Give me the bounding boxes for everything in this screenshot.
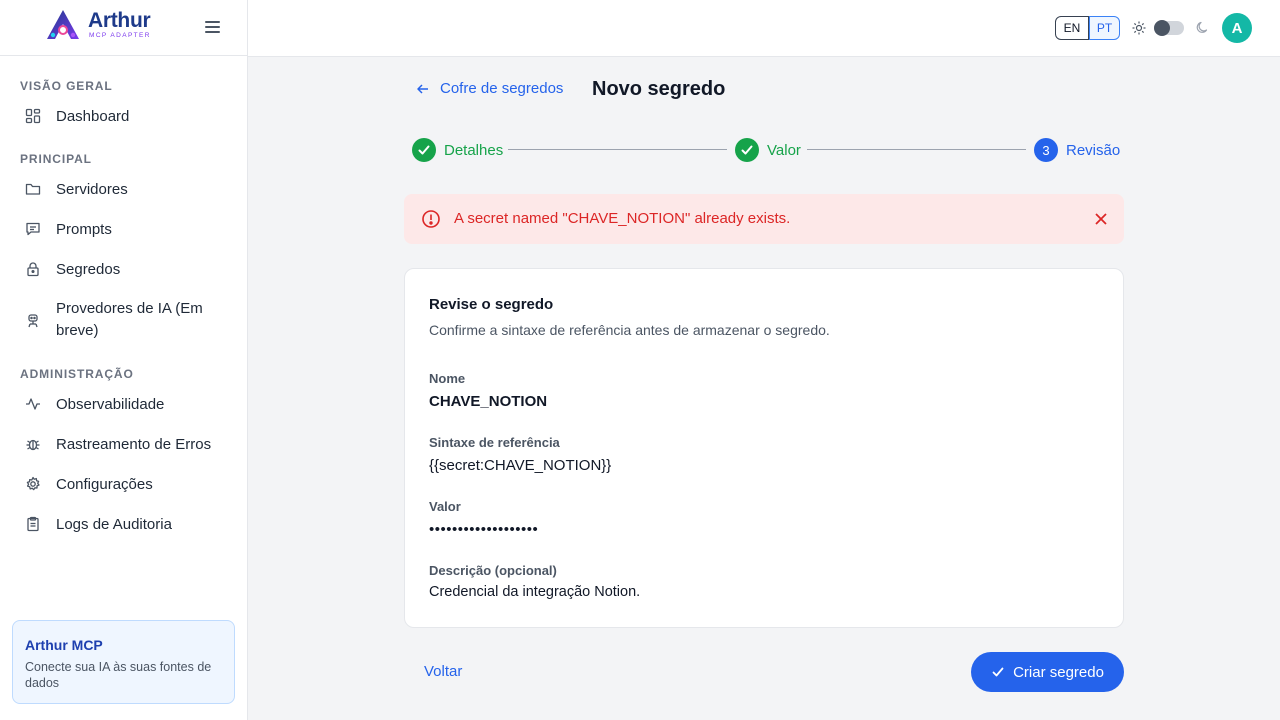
sidebar-item-label: Prompts bbox=[56, 220, 112, 238]
logo[interactable]: Arthur MCP ADAPTER bbox=[44, 8, 151, 42]
sidebar-item-label: Segredos bbox=[56, 260, 121, 278]
lock-icon bbox=[24, 260, 42, 278]
language-pt-button[interactable]: PT bbox=[1089, 16, 1120, 40]
error-alert: A secret named "CHAVE_NOTION" already ex… bbox=[404, 194, 1124, 244]
avatar[interactable]: A bbox=[1222, 13, 1252, 43]
theme-toggle[interactable] bbox=[1154, 20, 1184, 36]
moon-icon bbox=[1196, 21, 1208, 33]
logo-icon bbox=[47, 10, 79, 39]
sidebar-item-secrets[interactable]: Segredos bbox=[24, 260, 120, 278]
step-connector bbox=[508, 149, 727, 150]
clipboard-icon bbox=[24, 515, 42, 533]
sidebar-item-label: Rastreamento de Erros bbox=[56, 435, 212, 453]
field-value-name: CHAVE_NOTION bbox=[429, 393, 548, 410]
sidebar-item-settings[interactable]: Configurações bbox=[24, 475, 153, 493]
folder-icon bbox=[24, 180, 42, 198]
field-value-masked: ••••••••••••••••••• bbox=[429, 521, 539, 538]
promo-title: Arthur MCP bbox=[25, 637, 103, 653]
sidebar-item-label: Logs de Auditoria bbox=[56, 515, 172, 533]
sidebar-item-label: Servidores bbox=[56, 180, 128, 198]
sun-icon bbox=[1132, 21, 1146, 35]
sidebar-item-dashboard[interactable]: Dashboard bbox=[24, 107, 129, 125]
sidebar-header: Arthur MCP ADAPTER bbox=[0, 0, 247, 56]
check-icon bbox=[735, 138, 759, 162]
field-value-reference: {{secret:CHAVE_NOTION}} bbox=[429, 457, 612, 474]
bug-icon bbox=[24, 435, 42, 453]
step-review: 3 Revisão bbox=[1034, 138, 1120, 162]
message-icon bbox=[24, 220, 42, 238]
sidebar-item-servers[interactable]: Servidores bbox=[24, 180, 128, 198]
alert-message: A secret named "CHAVE_NOTION" already ex… bbox=[454, 210, 791, 227]
sidebar-item-label: Observabilidade bbox=[56, 395, 165, 413]
step-details: Detalhes bbox=[412, 138, 503, 162]
promo-text: Conecte sua IA às suas fontes de dados bbox=[25, 660, 212, 690]
back-to-vault-link[interactable]: Cofre de segredos bbox=[416, 80, 563, 97]
page-title: Novo segredo bbox=[592, 78, 726, 100]
field-label-value: Valor bbox=[429, 499, 461, 514]
step-label: Detalhes bbox=[444, 141, 504, 159]
card-subtitle: Confirme a sintaxe de referência antes d… bbox=[429, 322, 830, 338]
sidebar-item-ai-providers[interactable]: Provedores de IA (Em breve) bbox=[24, 298, 206, 342]
sidebar-item-label: Configurações bbox=[56, 475, 153, 493]
sidebar-item-label: Provedores de IA (Em breve) bbox=[56, 300, 203, 339]
topbar: EN PT A bbox=[248, 0, 1280, 57]
step-number: 3 bbox=[1034, 138, 1058, 162]
step-connector bbox=[807, 149, 1026, 150]
sidebar-item-observability[interactable]: Observabilidade bbox=[24, 395, 164, 413]
logo-subtitle: MCP ADAPTER bbox=[89, 32, 151, 39]
create-secret-button[interactable]: Criar segredo bbox=[971, 652, 1124, 692]
step-value: Valor bbox=[735, 138, 801, 162]
section-overview: VISÃO GERAL bbox=[20, 79, 113, 93]
section-main: PRINCIPAL bbox=[20, 152, 92, 166]
field-label-reference: Sintaxe de referência bbox=[429, 435, 560, 450]
sidebar-item-prompts[interactable]: Prompts bbox=[24, 220, 112, 238]
field-value-description: Credencial da integração Notion. bbox=[429, 584, 641, 600]
check-icon bbox=[412, 138, 436, 162]
check-icon bbox=[992, 667, 1004, 677]
robot-icon bbox=[24, 311, 42, 329]
arrow-left-icon bbox=[417, 83, 428, 94]
close-icon[interactable] bbox=[1093, 211, 1109, 227]
step-label: Valor bbox=[767, 141, 801, 159]
card-title: Revise o segredo bbox=[429, 296, 554, 313]
review-card: Revise o segredo Confirme a sintaxe de r… bbox=[404, 268, 1124, 628]
sidebar-item-error-tracking[interactable]: Rastreamento de Erros bbox=[24, 435, 211, 453]
sidebar-item-audit-logs[interactable]: Logs de Auditoria bbox=[24, 515, 172, 533]
back-link-label: Cofre de segredos bbox=[440, 80, 564, 97]
language-en-button[interactable]: EN bbox=[1055, 16, 1089, 40]
back-button[interactable]: Voltar bbox=[424, 663, 462, 680]
logo-title: Arthur bbox=[88, 9, 151, 32]
field-label-description: Descrição (opcional) bbox=[429, 563, 557, 578]
step-label: Revisão bbox=[1066, 141, 1121, 159]
sidebar: Arthur MCP ADAPTER VISÃO GERAL Dashboard… bbox=[0, 0, 248, 720]
dashboard-icon bbox=[24, 107, 42, 125]
field-label-name: Nome bbox=[429, 371, 466, 386]
menu-icon[interactable] bbox=[205, 21, 220, 34]
sidebar-item-label: Dashboard bbox=[56, 107, 130, 125]
activity-icon bbox=[24, 395, 42, 413]
create-secret-label: Criar segredo bbox=[1013, 663, 1104, 681]
gear-icon bbox=[24, 475, 42, 493]
section-admin: ADMINISTRAÇÃO bbox=[20, 367, 134, 381]
alert-circle-icon bbox=[422, 210, 440, 228]
promo-card: Arthur MCP Conecte sua IA às suas fontes… bbox=[12, 620, 235, 704]
